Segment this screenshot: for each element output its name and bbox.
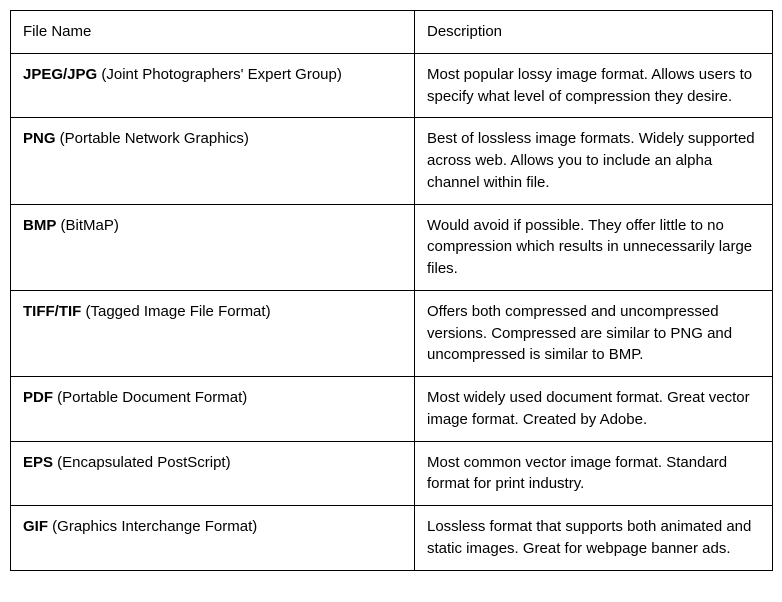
format-full: (Joint Photographers' Expert Group) (97, 66, 342, 83)
format-abbr: PDF (23, 389, 53, 406)
cell-filename: EPS (Encapsulated PostScript) (11, 441, 415, 506)
format-full: (BitMaP) (56, 217, 119, 234)
cell-description: Best of lossless image formats. Widely s… (415, 118, 773, 204)
format-full: (Portable Document Format) (53, 389, 247, 406)
format-abbr: JPEG/JPG (23, 66, 97, 83)
format-abbr: BMP (23, 217, 56, 234)
table-row: BMP (BitMaP) Would avoid if possible. Th… (11, 204, 773, 290)
col-header-description: Description (415, 11, 773, 54)
cell-description: Most widely used document format. Great … (415, 377, 773, 442)
file-formats-table: File Name Description JPEG/JPG (Joint Ph… (10, 10, 773, 571)
cell-filename: PDF (Portable Document Format) (11, 377, 415, 442)
col-header-filename: File Name (11, 11, 415, 54)
cell-filename: TIFF/TIF (Tagged Image File Format) (11, 290, 415, 376)
table-row: PDF (Portable Document Format) Most wide… (11, 377, 773, 442)
format-full: (Tagged Image File Format) (81, 303, 270, 320)
format-full: (Graphics Interchange Format) (48, 518, 257, 535)
format-abbr: EPS (23, 454, 53, 471)
table-row: GIF (Graphics Interchange Format) Lossle… (11, 506, 773, 571)
format-abbr: GIF (23, 518, 48, 535)
table-row: TIFF/TIF (Tagged Image File Format) Offe… (11, 290, 773, 376)
cell-filename: JPEG/JPG (Joint Photographers' Expert Gr… (11, 53, 415, 118)
format-full: (Encapsulated PostScript) (53, 454, 231, 471)
cell-description: Most common vector image format. Standar… (415, 441, 773, 506)
table-row: JPEG/JPG (Joint Photographers' Expert Gr… (11, 53, 773, 118)
cell-description: Most popular lossy image format. Allows … (415, 53, 773, 118)
table-row: EPS (Encapsulated PostScript) Most commo… (11, 441, 773, 506)
table-header-row: File Name Description (11, 11, 773, 54)
format-full: (Portable Network Graphics) (56, 130, 249, 147)
format-abbr: PNG (23, 130, 56, 147)
table-row: PNG (Portable Network Graphics) Best of … (11, 118, 773, 204)
format-abbr: TIFF/TIF (23, 303, 81, 320)
cell-filename: BMP (BitMaP) (11, 204, 415, 290)
cell-description: Offers both compressed and uncompressed … (415, 290, 773, 376)
cell-filename: GIF (Graphics Interchange Format) (11, 506, 415, 571)
cell-description: Would avoid if possible. They offer litt… (415, 204, 773, 290)
cell-description: Lossless format that supports both anima… (415, 506, 773, 571)
cell-filename: PNG (Portable Network Graphics) (11, 118, 415, 204)
